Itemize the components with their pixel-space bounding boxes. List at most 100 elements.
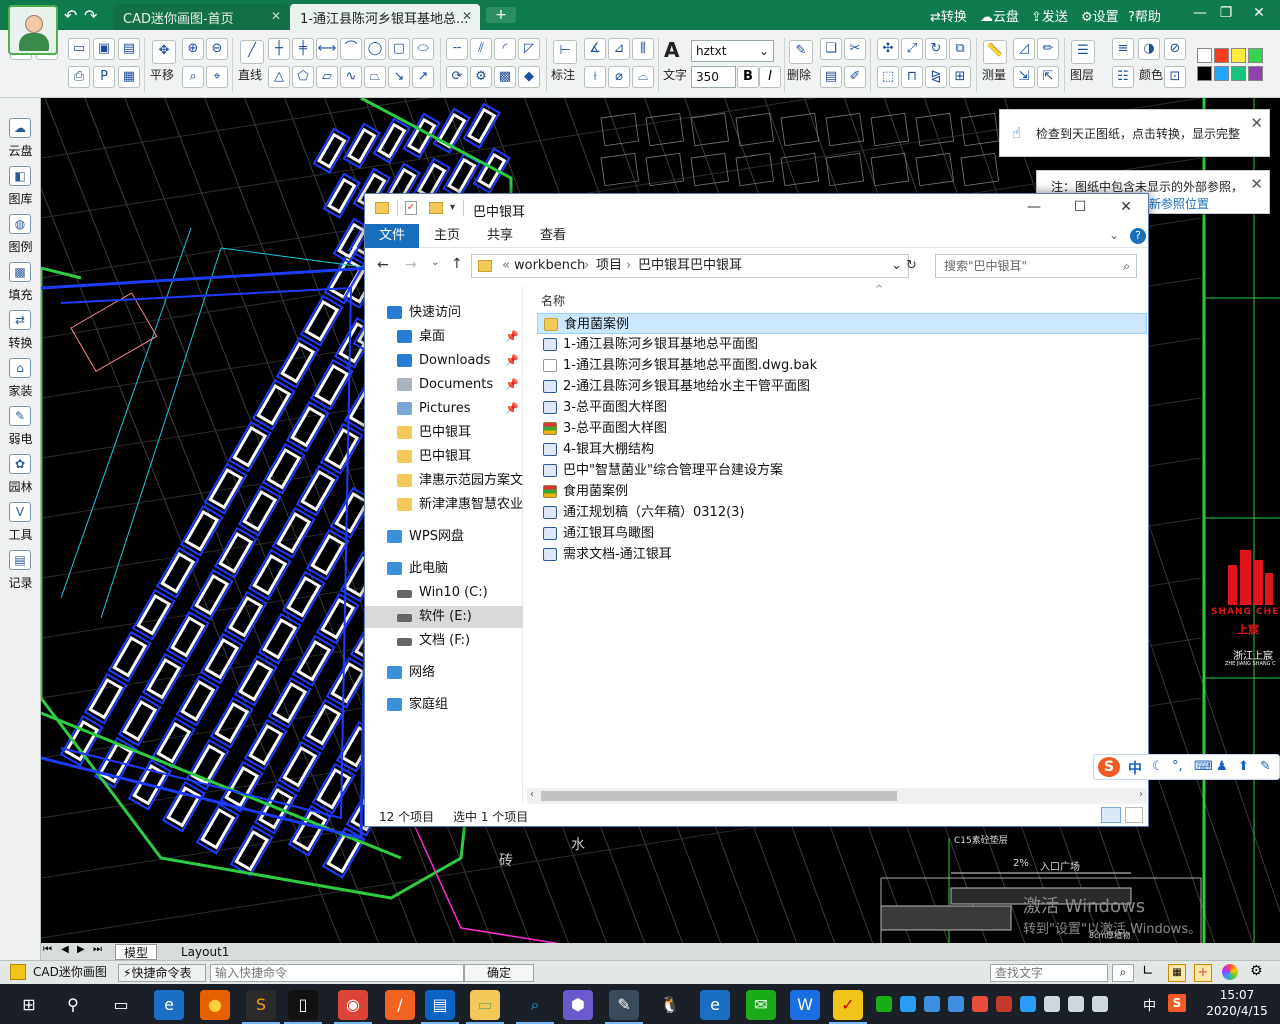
color-label[interactable]: 颜色 [1139,66,1163,83]
pan-label[interactable]: 平移 [150,66,174,83]
first-tab-icon[interactable]: ⏮ [43,944,52,955]
close-window-icon[interactable]: ✕ [1246,2,1272,24]
garden-icon[interactable]: ✿ [9,454,31,474]
wps-icon[interactable]: W [790,990,820,1020]
ortho-icon[interactable]: ∟ [1142,963,1154,979]
close-icon[interactable]: ✕ [1116,199,1136,215]
text-label[interactable]: 文字 [663,66,687,83]
rotate-icon[interactable]: ⟳ [446,66,468,88]
horizontal-scrollbar[interactable]: ‹ › [527,788,1147,804]
last-tab-icon[interactable]: ⏭ [93,944,102,955]
back-arrow-icon[interactable]: ← [377,257,389,273]
tab-drawing[interactable]: 1-通江县陈河乡银耳基地总... ✕ [290,4,480,30]
font-name-select[interactable]: hztxt ⌄ [691,40,774,62]
keyboard-icon[interactable]: ⌨ [1194,759,1213,774]
close-icon[interactable]: ✕ [462,9,472,23]
polyline-icon[interactable]: ┼ [268,38,290,60]
mirror-icon[interactable]: ⧎ [925,66,947,88]
refresh-icon[interactable]: ↻ [906,258,917,273]
column-header-name[interactable]: 名称 [541,292,565,309]
save-as-icon[interactable]: ▤ [118,38,140,60]
trapezoid-icon[interactable]: ⏢ [364,66,386,88]
network-tray-icon[interactable] [1068,996,1084,1012]
scroll-thumb[interactable] [541,791,897,801]
sidebar-item-label[interactable]: 填充 [0,286,41,303]
menu-cloud[interactable]: ☁云盘 [980,6,1019,25]
offset-icon[interactable]: ⫽ [470,38,492,60]
nav-item[interactable]: 网络 [365,662,523,684]
delete-label[interactable]: 删除 [787,66,811,83]
forward-arrow-icon[interactable]: ↷ [84,6,97,25]
close-icon[interactable]: ✕ [1250,175,1263,193]
color-wheel-icon[interactable]: ◑ [1138,38,1160,60]
app-blue-icon[interactable]: ▤ [425,990,455,1020]
parallelogram-icon[interactable]: ▱ [316,66,338,88]
baidu-tray-icon[interactable] [948,996,964,1012]
pin-icon[interactable]: 📌 [505,326,519,348]
skin-icon[interactable]: ⬆ [1238,759,1249,774]
file-row[interactable]: 2-通江县陈河乡银耳基地给水主干管平面图 [537,376,1147,397]
new-tab-button[interactable]: + [486,7,516,23]
dimension-icon[interactable]: ⊢ [553,40,577,64]
search-app-icon[interactable]: ⌕ [520,990,550,1020]
nav-item[interactable]: 巴中银耳 [365,446,523,468]
nav-item[interactable]: 软件 (E:) [365,606,523,628]
menu-settings[interactable]: ⚙设置 [1081,6,1119,25]
color-swatch[interactable] [1231,48,1246,63]
vpn-tray-icon[interactable] [924,996,940,1012]
scroll-right-icon[interactable]: › [1139,789,1143,800]
sogou-tray-icon[interactable]: S [1168,994,1186,1012]
properties-icon[interactable]: ✓ [405,201,417,215]
zoom-in-icon[interactable]: ⊕ [182,38,204,60]
nav-item[interactable]: Downloads 📌 [365,350,523,372]
import-icon[interactable]: ⇲ [1013,66,1035,88]
bold-button[interactable]: B [737,66,759,88]
gear-shape-icon[interactable]: ⚙ [470,66,492,88]
close-icon[interactable]: ✕ [1250,114,1263,132]
expand-ribbon-icon[interactable]: ⌄ [1109,228,1119,242]
back-arrow-icon[interactable]: ↶ [64,6,77,25]
moon-icon[interactable]: ☾ [1152,759,1164,774]
printer-tray-icon[interactable] [1044,996,1060,1012]
scale-icon[interactable]: ⤢ [901,38,923,60]
gallery-icon[interactable]: ◧ [9,166,31,186]
pin-icon[interactable]: 📌 [505,350,519,372]
ray-icon[interactable]: ⟷ [316,38,338,60]
wechat-icon[interactable]: ✉ [746,990,776,1020]
breadcrumb-separator-icon[interactable]: › [734,255,739,277]
align-dim-icon[interactable]: ⟊ [584,66,606,88]
new-folder-icon[interactable] [429,202,443,214]
layer-list-icon[interactable]: ≡ [1112,38,1134,60]
recent-chevron-icon[interactable]: ⌄ [431,257,439,268]
dash-line-icon[interactable]: ╌ [446,38,468,60]
nav-item[interactable]: Win10 (C:) [365,582,523,604]
area-icon[interactable]: ◿ [1013,38,1035,60]
find-text-input[interactable]: 查找文字 [990,964,1108,982]
tab-home[interactable]: 主页 [427,224,467,248]
xref-location-link[interactable]: 新参照位置 [1149,195,1209,212]
save-icon[interactable]: ▣ [93,38,115,60]
file-row[interactable]: 1-通江县陈河乡银耳基地总平面图 [537,334,1147,355]
sidebar-item-label[interactable]: 记录 [0,574,41,591]
volume-tray-icon[interactable] [1092,996,1108,1012]
forward-arrow-icon[interactable]: → [405,257,417,273]
measure-icon[interactable]: 📏 [983,40,1007,64]
chamfer-icon[interactable]: ◸ [518,38,540,60]
export-icon[interactable]: ⇱ [1037,66,1059,88]
color-swatch[interactable] [1248,48,1263,63]
help-icon[interactable]: ? [1130,228,1146,244]
confirm-button[interactable]: 确定 [464,964,534,982]
file-row[interactable]: 巴中"智慧菌业"综合管理平台建设方案 [537,460,1147,481]
nav-item[interactable]: Pictures 📌 [365,398,523,420]
nav-item[interactable]: 桌面 📌 [365,326,523,348]
nav-item[interactable]: WPS网盘 [365,526,523,548]
tianzheng-notice[interactable]: ☝ 检查到天正图纸，点击转换，显示完整 ✕ [999,109,1270,157]
file-row[interactable]: 3-总平面图大样图 [537,397,1147,418]
line-icon[interactable]: ╱ [240,40,264,64]
text-icon[interactable]: A [664,38,679,62]
rotate-obj-icon[interactable]: ↻ [925,38,947,60]
line-label[interactable]: 直线 [238,66,262,83]
snap-icon[interactable]: + [1194,964,1212,982]
legend-icon[interactable]: ◍ [9,214,31,234]
rectangle-icon[interactable]: ▢ [388,38,410,60]
